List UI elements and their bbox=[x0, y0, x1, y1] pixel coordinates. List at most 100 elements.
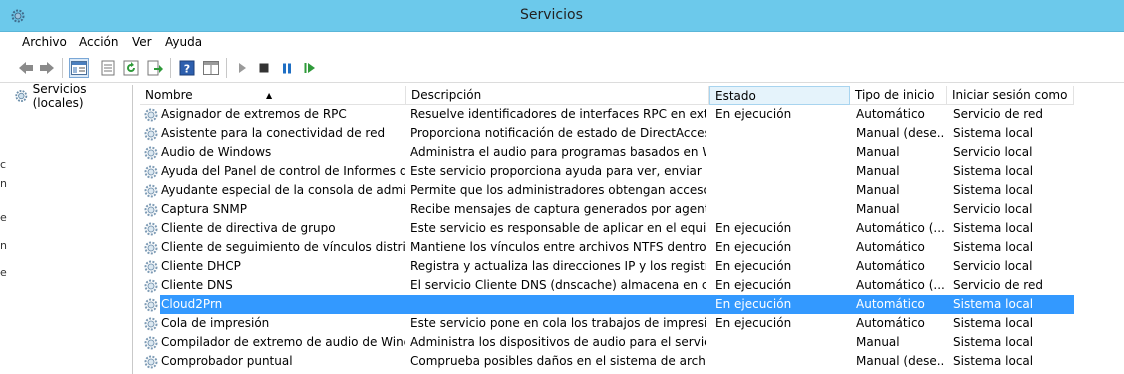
service-startup-type: Automático bbox=[856, 297, 925, 311]
service-gear-icon bbox=[143, 202, 159, 218]
forward-arrow-icon[interactable] bbox=[37, 58, 57, 78]
service-gear-icon bbox=[143, 145, 159, 161]
service-row[interactable]: Cliente DNS El servicio Cliente DNS (dnsc… bbox=[140, 276, 1124, 295]
service-startup-type: Manual bbox=[856, 183, 900, 197]
pause-service-icon[interactable] bbox=[277, 58, 297, 78]
service-gear-icon bbox=[143, 335, 159, 351]
back-arrow-icon[interactable] bbox=[16, 58, 36, 78]
service-startup-type: Manual bbox=[856, 202, 900, 216]
service-gear-icon bbox=[143, 259, 159, 275]
stop-service-icon[interactable] bbox=[254, 58, 274, 78]
help-icon[interactable]: ? bbox=[177, 58, 197, 78]
service-startup-type: Automático bbox=[856, 316, 925, 330]
service-name: Cliente DNS bbox=[161, 278, 233, 292]
service-startup-type: Automático (... bbox=[856, 221, 944, 235]
service-row[interactable]: Compilador de extremo de audio de Windo.… bbox=[140, 333, 1124, 352]
service-name: Captura SNMP bbox=[161, 202, 247, 216]
service-description: Este servicio proporciona ayuda para ver… bbox=[410, 164, 706, 178]
column-header-label: Iniciar sesión como bbox=[952, 88, 1068, 102]
service-logon-as: Servicio local bbox=[953, 145, 1033, 159]
service-startup-type: Manual bbox=[856, 335, 900, 349]
service-description: Comprueba posibles daños en el sistema d… bbox=[410, 354, 706, 368]
column-header-nombre[interactable]: Nombre ▲ bbox=[140, 86, 406, 105]
service-startup-type: Manual (dese... bbox=[856, 354, 944, 368]
svg-text:?: ? bbox=[184, 63, 190, 76]
service-name: Cliente de directiva de grupo bbox=[161, 221, 336, 235]
service-gear-icon bbox=[143, 297, 159, 313]
service-logon-as: Sistema local bbox=[953, 335, 1034, 349]
service-name: Cliente DHCP bbox=[161, 259, 241, 273]
service-row[interactable]: Asistente para la conectividad de red Pro… bbox=[140, 124, 1124, 143]
service-logon-as: Sistema local bbox=[953, 316, 1034, 330]
console-tree-icon[interactable] bbox=[69, 58, 89, 78]
column-header-label: Tipo de inicio bbox=[855, 88, 935, 102]
service-startup-type: Automático bbox=[856, 107, 925, 121]
service-description: Mantiene los vínculos entre archivos NTF… bbox=[410, 240, 706, 254]
service-status: En ejecución bbox=[715, 259, 792, 273]
start-service-play-icon[interactable] bbox=[232, 58, 252, 78]
service-description: Proporciona notificación de estado de Di… bbox=[410, 126, 706, 140]
service-row[interactable]: Ayuda del Panel de control de Informes d… bbox=[140, 162, 1124, 181]
service-row[interactable]: Asignador de extremos de RPC Resuelve ide… bbox=[140, 105, 1124, 124]
service-row[interactable]: Cloud2Prn En ejecución Automático Sistema l… bbox=[140, 295, 1124, 314]
service-gear-icon bbox=[143, 278, 159, 294]
column-header-label: Estado bbox=[715, 89, 756, 103]
service-logon-as: Sistema local bbox=[953, 221, 1034, 235]
service-gear-icon bbox=[143, 107, 159, 123]
service-gear-icon bbox=[143, 126, 159, 142]
service-row[interactable]: Cliente de directiva de grupo Este servic… bbox=[140, 219, 1124, 238]
service-description bbox=[410, 295, 706, 314]
service-description: El servicio Cliente DNS (dnscache) almac… bbox=[410, 278, 706, 292]
tree-node-services-local[interactable]: Servicios (locales) bbox=[14, 82, 132, 110]
service-startup-type: Automático bbox=[856, 240, 925, 254]
column-header-tipo-inicio[interactable]: Tipo de inicio bbox=[850, 86, 947, 105]
menu-bar: Archivo Acción Ver Ayuda bbox=[0, 33, 1124, 53]
service-row[interactable]: Captura SNMP Recibe mensajes de captura g… bbox=[140, 200, 1124, 219]
restart-service-icon[interactable] bbox=[300, 58, 320, 78]
console-tree-pane: Servicios (locales) bbox=[10, 82, 133, 374]
service-description: Este servicio es responsable de aplicar … bbox=[410, 221, 706, 235]
service-row[interactable]: Comprobador puntual Comprueba posibles da… bbox=[140, 352, 1124, 371]
refresh-icon[interactable] bbox=[121, 58, 141, 78]
service-row[interactable]: Ayudante especial de la consola de admin… bbox=[140, 181, 1124, 200]
properties-sheet-icon[interactable] bbox=[98, 58, 118, 78]
menu-archivo[interactable]: Archivo bbox=[22, 35, 67, 49]
service-row[interactable]: Audio de Windows Administra el audio para… bbox=[140, 143, 1124, 162]
service-logon-as: Sistema local bbox=[953, 126, 1034, 140]
service-logon-as: Servicio de red bbox=[953, 278, 1043, 292]
service-name: Ayudante especial de la consola de admin… bbox=[161, 183, 405, 197]
menu-ayuda[interactable]: Ayuda bbox=[165, 35, 202, 49]
service-startup-type: Automático (... bbox=[856, 278, 944, 292]
service-name: Cliente de seguimiento de vínculos distr… bbox=[161, 240, 405, 254]
column-header-estado[interactable]: Estado bbox=[709, 86, 850, 105]
service-status bbox=[715, 124, 847, 143]
export-list-icon[interactable] bbox=[145, 58, 165, 78]
menu-accion[interactable]: Acción bbox=[79, 35, 118, 49]
service-row[interactable]: Cola de impresión Este servicio pone en c… bbox=[140, 314, 1124, 333]
column-header-iniciar-sesion[interactable]: Iniciar sesión como bbox=[947, 86, 1074, 105]
services-gear-icon bbox=[15, 90, 28, 102]
service-description: Resuelve identificadores de interfaces R… bbox=[410, 107, 706, 121]
service-description: Administra los dispositivos de audio par… bbox=[410, 335, 706, 349]
edge-glyph: n bbox=[0, 177, 7, 190]
service-startup-type: Automático bbox=[856, 259, 925, 273]
service-startup-type: Manual bbox=[856, 145, 900, 159]
menu-ver[interactable]: Ver bbox=[132, 35, 152, 49]
service-description: Registra y actualiza las direcciones IP … bbox=[410, 259, 706, 273]
column-header-descripcion[interactable]: Descripción bbox=[406, 86, 709, 105]
service-name: Asignador de extremos de RPC bbox=[161, 107, 347, 121]
service-startup-type: Manual bbox=[856, 164, 900, 178]
service-name: Comprobador puntual bbox=[161, 354, 293, 368]
service-status bbox=[715, 333, 847, 352]
service-row[interactable]: Cliente DHCP Registra y actualiza las dir… bbox=[140, 257, 1124, 276]
service-row[interactable]: Cliente de seguimiento de vínculos distr… bbox=[140, 238, 1124, 257]
service-status bbox=[715, 143, 847, 162]
edge-glyph: n bbox=[0, 239, 7, 252]
service-logon-as: Sistema local bbox=[953, 297, 1034, 311]
mmc-view-icon[interactable] bbox=[201, 58, 221, 78]
service-gear-icon bbox=[143, 183, 159, 199]
column-header-label: Nombre bbox=[145, 88, 193, 102]
service-logon-as: Servicio local bbox=[953, 259, 1033, 273]
service-status bbox=[715, 200, 847, 219]
service-name: Cola de impresión bbox=[161, 316, 270, 330]
